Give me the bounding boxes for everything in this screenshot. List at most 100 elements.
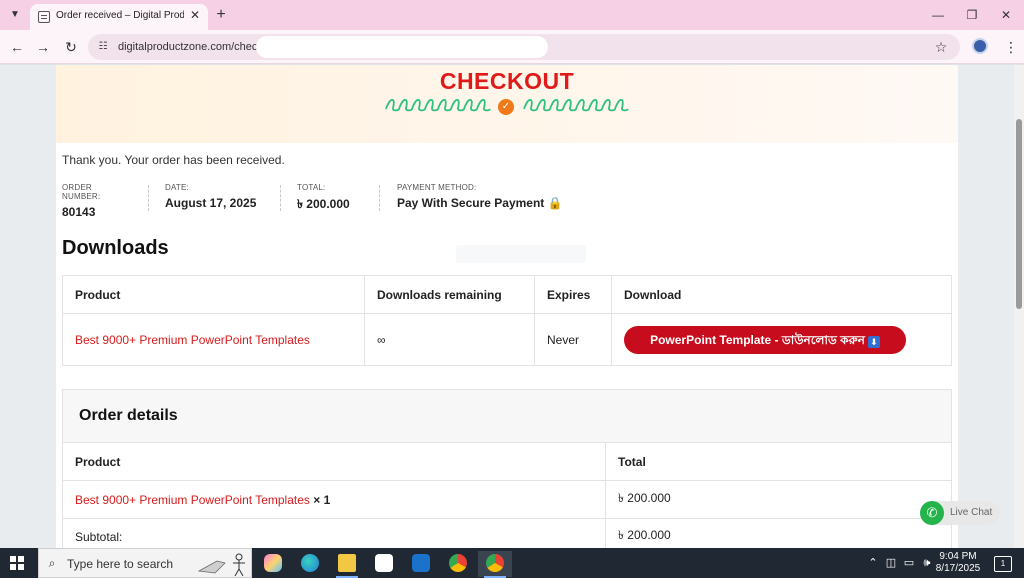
tab-title: Order received – Digital Produc — [56, 10, 184, 21]
download-cell: PowerPoint Template - ডাউনলোড করুন ⬇ — [611, 313, 952, 366]
order-total-value: ৳ 200.000 — [297, 197, 350, 211]
active-tab[interactable]: Order received – Digital Produc ✕ — [30, 4, 208, 30]
order-item-cell: Best 9000+ Premium PowerPoint Templates … — [62, 480, 606, 519]
new-tab-button[interactable]: + — [212, 6, 230, 24]
column-header-expires: Expires — [534, 275, 612, 314]
order-number: ORDER NUMBER: 80143 — [62, 183, 101, 219]
product-cell: Best 9000+ Premium PowerPoint Templates — [62, 313, 365, 366]
taskbar-search-box[interactable]: ⌕ Type here to search — [38, 548, 252, 578]
whatsapp-icon: ✆ — [920, 501, 944, 525]
order-item-link[interactable]: Best 9000+ Premium PowerPoint Templates — [75, 493, 310, 507]
overview-divider — [280, 185, 281, 211]
download-arrow-icon: ⬇ — [867, 335, 880, 348]
taskbar-chrome-active-icon[interactable] — [478, 551, 512, 578]
profile-avatar-icon[interactable] — [972, 38, 988, 54]
address-bar[interactable]: ☷ digitalproductzone.com/chec ☆ — [88, 34, 960, 60]
tab-search-chevron-icon[interactable]: ▼ — [6, 6, 24, 24]
page-viewport: CHECKOUT ✓ Thank you. Your order has bee… — [0, 65, 1014, 548]
page-title: CHECKOUT — [439, 68, 575, 94]
taskbar-edge-icon[interactable] — [293, 551, 327, 577]
payment-method-value: Pay With Secure Payment 🔒 — [397, 196, 563, 210]
table-row: Best 9000+ Premium PowerPoint Templates … — [62, 313, 952, 366]
clock-time: 9:04 PM — [939, 551, 977, 562]
browser-toolbar: ← → ↻ ☷ digitalproductzone.com/chec ☆ ⋮ — [0, 30, 1024, 64]
page-content: CHECKOUT ✓ Thank you. Your order has bee… — [56, 65, 958, 548]
order-total: TOTAL: ৳ 200.000 — [297, 183, 350, 213]
payment-method-label: PAYMENT METHOD: — [397, 183, 477, 192]
scrollbar-thumb[interactable] — [1016, 119, 1022, 309]
order-number-label: ORDER NUMBER: — [62, 183, 101, 201]
subtotal-value: ৳ 200.000 — [605, 518, 952, 548]
notification-center-icon[interactable]: 1 — [994, 556, 1012, 572]
subtotal-label: Subtotal: — [62, 518, 606, 548]
order-item-total: ৳ 200.000 — [605, 480, 952, 519]
download-button[interactable]: PowerPoint Template - ডাউনলোড করুন ⬇ — [624, 325, 906, 354]
page-favicon-icon — [38, 11, 50, 23]
site-settings-icon[interactable]: ☷ — [96, 40, 110, 54]
taskbar-search-placeholder: Type here to search — [67, 557, 174, 571]
taskbar-clock[interactable]: 9:04 PM 8/17/2025 — [930, 551, 986, 575]
windows-start-icon[interactable] — [10, 556, 24, 570]
column-header-product: Product — [62, 442, 606, 481]
browser-tab-bar: ▼ Order received – Digital Produc ✕ + — … — [0, 0, 1024, 30]
order-details-title: Order details — [79, 407, 178, 424]
checkmark-badge-icon: ✓ — [498, 99, 514, 115]
tab-close-icon[interactable]: ✕ — [188, 8, 202, 22]
column-header-total: Total — [605, 442, 952, 481]
windows-taskbar: ⌕ Type here to search ⌃ ◫ ▭ 🕪 9:04 PM 8/… — [0, 548, 1024, 578]
reload-icon[interactable]: ↻ — [62, 38, 80, 56]
order-date: DATE: August 17, 2025 — [165, 183, 256, 213]
search-icon: ⌕ — [48, 556, 56, 570]
order-details-header: Order details — [62, 389, 952, 443]
payment-method: PAYMENT METHOD: Pay With Secure Payment … — [397, 183, 563, 213]
order-details-table: Product Total Best 9000+ Premium PowerPo… — [62, 442, 952, 548]
back-arrow-icon[interactable]: ← — [8, 38, 26, 56]
faint-overlay-text — [456, 245, 586, 263]
downloads-remaining-value: ∞ — [364, 313, 535, 366]
column-header-downloads-remaining: Downloads remaining — [364, 275, 535, 314]
downloads-heading: Downloads — [62, 237, 169, 259]
tray-meet-icon[interactable]: ◫ — [884, 556, 898, 570]
download-button-label: PowerPoint Template - ডাউনলোড করুন — [650, 332, 865, 347]
tray-network-icon[interactable]: ▭ — [902, 556, 916, 570]
downloads-table: Product Downloads remaining Expires Down… — [62, 275, 952, 366]
live-chat-label: Live Chat — [950, 507, 993, 518]
expires-value: Never — [534, 313, 612, 366]
taskbar-chrome-icon[interactable] — [441, 551, 475, 577]
taskbar-outlook-icon[interactable] — [404, 551, 438, 577]
column-header-download: Download — [611, 275, 952, 314]
search-highlight-illustration-icon — [197, 553, 245, 577]
close-window-button[interactable]: ✕ — [996, 6, 1016, 24]
table-row: Best 9000+ Premium PowerPoint Templates … — [62, 480, 952, 519]
taskbar-store-icon[interactable] — [367, 551, 401, 577]
minimize-window-button[interactable]: — — [928, 6, 948, 24]
taskbar-file-explorer-icon[interactable] — [330, 551, 364, 578]
product-link[interactable]: Best 9000+ Premium PowerPoint Templates — [75, 333, 310, 347]
order-date-label: DATE: — [165, 183, 189, 192]
table-header-row: Product Total — [62, 442, 952, 481]
redacted-url-region — [256, 36, 548, 58]
live-chat-button[interactable]: ✆ Live Chat — [920, 501, 1000, 525]
order-total-label: TOTAL: — [297, 183, 326, 192]
page-scrollbar[interactable] — [1014, 65, 1024, 548]
table-row: Subtotal: ৳ 200.000 — [62, 518, 952, 548]
clock-date: 8/17/2025 — [935, 563, 981, 574]
tray-overflow-chevron-icon[interactable]: ⌃ — [866, 556, 880, 570]
column-header-product: Product — [62, 275, 365, 314]
browser-menu-icon[interactable]: ⋮ — [1004, 38, 1018, 56]
order-received-notice: Thank you. Your order has been received. — [62, 153, 285, 167]
bookmark-star-icon[interactable]: ☆ — [932, 38, 950, 56]
restore-window-button[interactable]: ❐ — [962, 6, 982, 24]
squiggle-decoration-right — [523, 99, 629, 112]
taskbar-copilot-icon[interactable] — [256, 551, 290, 577]
order-date-value: August 17, 2025 — [165, 196, 257, 210]
squiggle-decoration-left — [385, 99, 491, 112]
order-number-value: 80143 — [62, 205, 96, 219]
order-item-quantity: × 1 — [313, 492, 331, 507]
overview-divider — [148, 185, 149, 211]
url-text[interactable]: digitalproductzone.com/chec — [118, 41, 257, 53]
overview-divider — [379, 185, 380, 211]
checkout-hero: CHECKOUT ✓ — [56, 65, 958, 143]
forward-arrow-icon[interactable]: → — [34, 38, 52, 56]
table-header-row: Product Downloads remaining Expires Down… — [62, 275, 952, 314]
